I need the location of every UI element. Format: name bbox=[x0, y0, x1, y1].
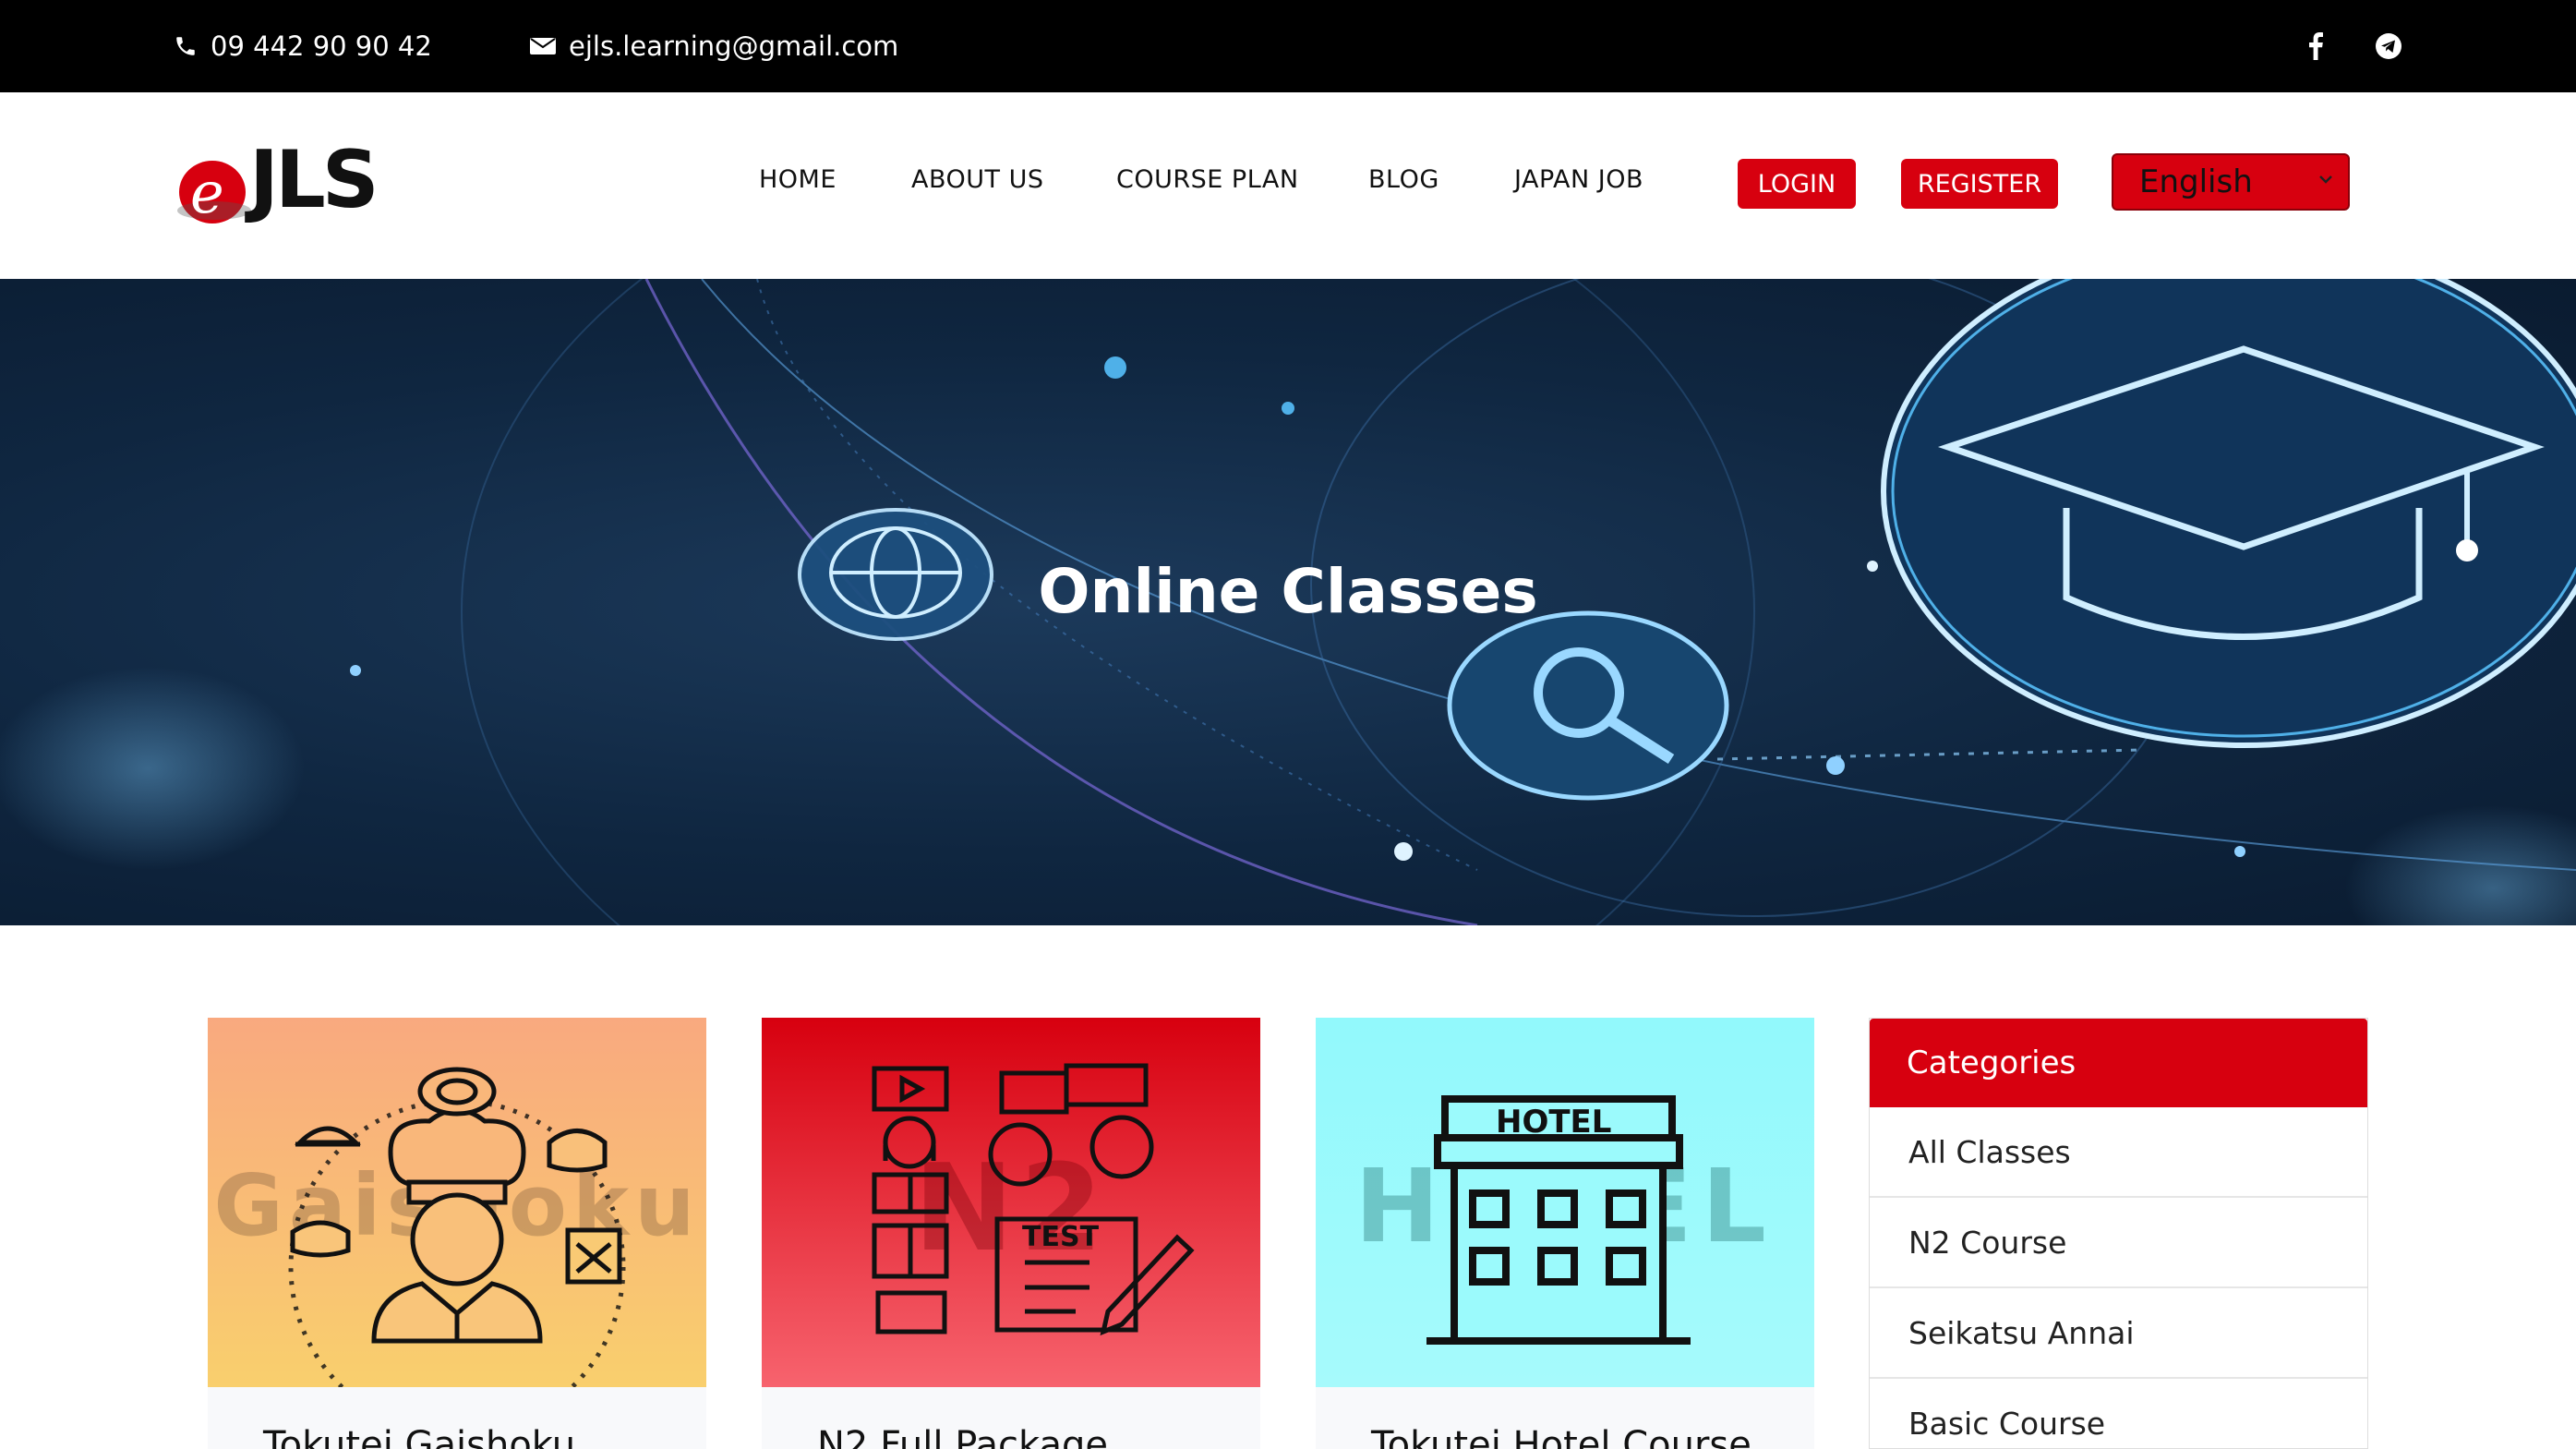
hotel-icon: HOTEL bbox=[1426, 1095, 1691, 1345]
class-thumbnail[interactable]: HOTEL HOTEL bbox=[1316, 1018, 1814, 1387]
nav-blog[interactable]: BLOG bbox=[1368, 165, 1439, 194]
category-item-basic-course[interactable]: Basic Course bbox=[1870, 1379, 2367, 1448]
chevron-down-icon bbox=[2319, 175, 2332, 184]
email-contact[interactable]: ejls.learning@gmail.com bbox=[530, 0, 898, 92]
mail-icon bbox=[530, 38, 556, 54]
nav-course-plan[interactable]: COURSE PLAN bbox=[1116, 165, 1299, 194]
phone-number: 09 442 90 90 42 bbox=[211, 30, 432, 62]
nav-home[interactable]: HOME bbox=[759, 165, 837, 194]
class-card[interactable]: Gaishoku Tokutei Gaishoku bbox=[208, 1018, 706, 1449]
class-thumbnail[interactable]: N2 TEST bbox=[762, 1018, 1260, 1387]
category-item-n2-course[interactable]: N2 Course bbox=[1870, 1198, 2367, 1288]
categories-sidebar: Categories All Classes N2 Course Seikats… bbox=[1869, 1018, 2368, 1449]
exam-study-icon: TEST bbox=[872, 1063, 1195, 1336]
phone-contact[interactable]: 09 442 90 90 42 bbox=[174, 0, 432, 92]
class-card[interactable]: HOTEL HOTEL Tokutei Hotel Course bbox=[1316, 1018, 1814, 1449]
site-logo[interactable]: e JLS bbox=[174, 134, 404, 226]
facebook-icon[interactable] bbox=[2295, 26, 2336, 66]
language-select[interactable]: English bbox=[2112, 153, 2350, 211]
top-contact-bar: 09 442 90 90 42 ejls.learning@gmail.com bbox=[0, 0, 2576, 92]
phone-icon bbox=[176, 37, 195, 55]
nav-japan-job[interactable]: JAPAN JOB bbox=[1514, 165, 1643, 194]
email-address: ejls.learning@gmail.com bbox=[569, 30, 899, 62]
svg-text:HOTEL: HOTEL bbox=[1496, 1104, 1611, 1141]
telegram-icon[interactable] bbox=[2368, 26, 2409, 66]
category-item-seikatsu-annai[interactable]: Seikatsu Annai bbox=[1870, 1288, 2367, 1379]
site-header: e JLS HOME ABOUT US COURSE PLAN BLOG JAP… bbox=[0, 92, 2576, 279]
class-card[interactable]: N2 TEST N2 Full Package bbox=[762, 1018, 1260, 1449]
chef-icon bbox=[288, 1067, 626, 1387]
class-thumbnail[interactable]: Gaishoku bbox=[208, 1018, 706, 1387]
hero-title: Online Classes bbox=[1038, 556, 1538, 627]
register-button[interactable]: REGISTER bbox=[1901, 159, 2058, 209]
categories-heading: Categories bbox=[1870, 1019, 2367, 1107]
logo-text: JLS bbox=[245, 140, 376, 223]
class-title[interactable]: N2 Full Package bbox=[817, 1424, 1108, 1449]
login-button[interactable]: LOGIN bbox=[1738, 159, 1856, 209]
nav-about-us[interactable]: ABOUT US bbox=[911, 165, 1044, 194]
category-item-all-classes[interactable]: All Classes bbox=[1870, 1107, 2367, 1198]
language-selected: English bbox=[2139, 163, 2253, 200]
class-title[interactable]: Tokutei Hotel Course bbox=[1371, 1424, 1751, 1449]
svg-text:TEST: TEST bbox=[1022, 1221, 1100, 1253]
logo-letter: e bbox=[190, 159, 224, 223]
class-title[interactable]: Tokutei Gaishoku bbox=[263, 1424, 575, 1449]
hero-banner: Online Classes bbox=[0, 279, 2576, 925]
